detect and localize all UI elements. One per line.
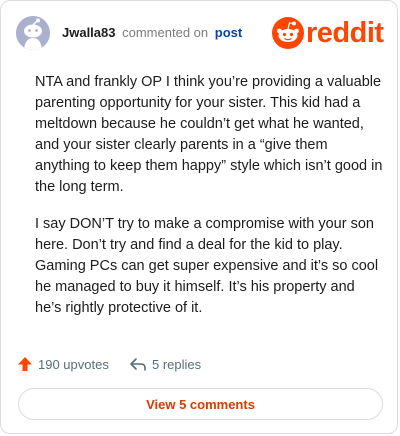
logo-wordmark: reddit (306, 17, 384, 49)
comment-paragraph: I say DON’T try to make a compromise wit… (35, 216, 379, 316)
username[interactable]: Jwalla83 (62, 25, 116, 40)
comment-header: Jwalla83 commented on post reddit (16, 16, 384, 50)
reply-arrow-icon (130, 358, 146, 371)
comment-meta: Jwalla83 commented on post (62, 25, 242, 40)
comment-card: Jwalla83 commented on post reddit NTA an… (0, 0, 398, 434)
upvote-arrow-icon (18, 357, 32, 371)
replies-count: 5 replies (152, 356, 202, 372)
view-comments-button[interactable]: View 5 comments (18, 388, 383, 420)
comment-body: NTA and frankly OP I think you’re provid… (35, 72, 385, 335)
upvote-button[interactable]: 190 upvotes (17, 353, 109, 375)
comment-actions: 190 upvotes 5 replies (17, 353, 377, 375)
reddit-logo-icon (272, 17, 304, 49)
action-text: commented on (122, 25, 209, 40)
comment-paragraph: NTA and frankly OP I think you’re provid… (35, 74, 383, 195)
avatar[interactable] (16, 16, 50, 50)
post-link[interactable]: post (215, 25, 242, 40)
snoo-avatar-icon (16, 16, 50, 50)
upvote-count: 190 upvotes (38, 356, 109, 372)
reddit-logo[interactable]: reddit (272, 16, 384, 50)
replies-button[interactable]: 5 replies (129, 353, 201, 375)
